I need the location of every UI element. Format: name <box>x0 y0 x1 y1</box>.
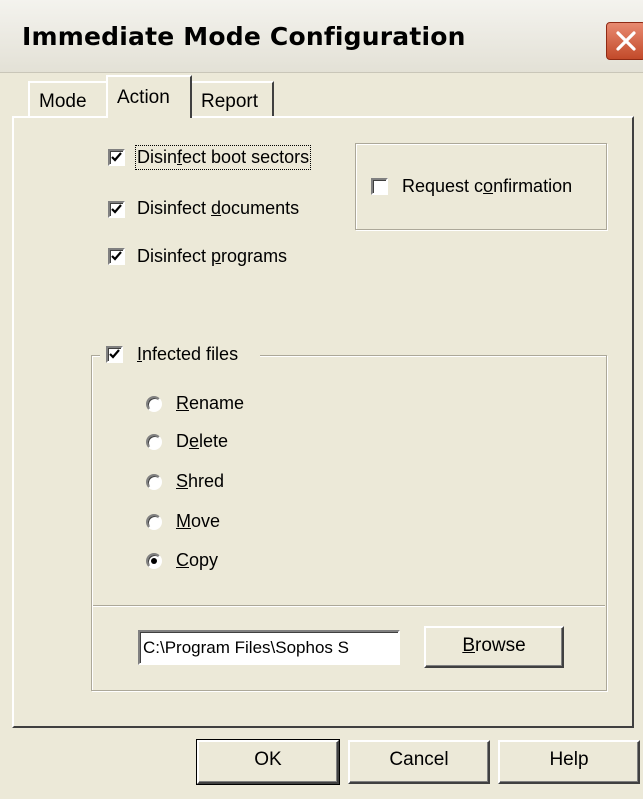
window-title: Immediate Mode Configuration <box>22 22 466 51</box>
copy-radio[interactable] <box>146 553 162 569</box>
delete-radio[interactable] <box>146 434 162 450</box>
infected-files-label[interactable]: Infected files <box>137 344 238 365</box>
destination-path-input[interactable] <box>138 630 400 665</box>
browse-button[interactable]: Browse <box>424 626 564 668</box>
tab-mode[interactable]: Mode <box>28 81 108 117</box>
infected-files-checkbox[interactable] <box>106 346 123 363</box>
radio-selected-dot <box>151 558 157 564</box>
tab-action[interactable]: Action <box>106 75 192 118</box>
checkmark-icon <box>109 349 120 359</box>
tab-action-label: Action <box>117 87 170 108</box>
tab-report[interactable]: Report <box>190 81 274 117</box>
tab-mode-label: Mode <box>39 91 87 112</box>
shred-radio[interactable] <box>146 474 162 490</box>
help-button[interactable]: Help <box>498 740 640 784</box>
request-confirmation-label[interactable]: Request confirmation <box>402 176 572 197</box>
group-separator <box>93 605 605 607</box>
rename-label[interactable]: Rename <box>176 393 244 414</box>
disinfect-boot-sectors-label[interactable]: Disinfect boot sectors <box>134 145 312 170</box>
request-confirmation-checkbox[interactable] <box>371 178 388 195</box>
delete-label[interactable]: Delete <box>176 431 228 452</box>
close-icon <box>616 31 636 51</box>
title-bar: Immediate Mode Configuration <box>0 0 643 73</box>
tab-report-label: Report <box>201 91 259 112</box>
shred-label[interactable]: Shred <box>176 471 224 492</box>
close-button[interactable] <box>606 22 643 60</box>
cancel-button[interactable]: Cancel <box>348 740 490 784</box>
disinfect-documents-label[interactable]: Disinfect documents <box>137 198 299 219</box>
move-radio[interactable] <box>146 514 162 530</box>
rename-radio[interactable] <box>146 396 162 412</box>
move-label[interactable]: Move <box>176 511 220 532</box>
disinfect-programs-label[interactable]: Disinfect programs <box>137 246 287 267</box>
copy-label[interactable]: Copy <box>176 550 218 571</box>
ok-button[interactable]: OK <box>196 739 340 785</box>
